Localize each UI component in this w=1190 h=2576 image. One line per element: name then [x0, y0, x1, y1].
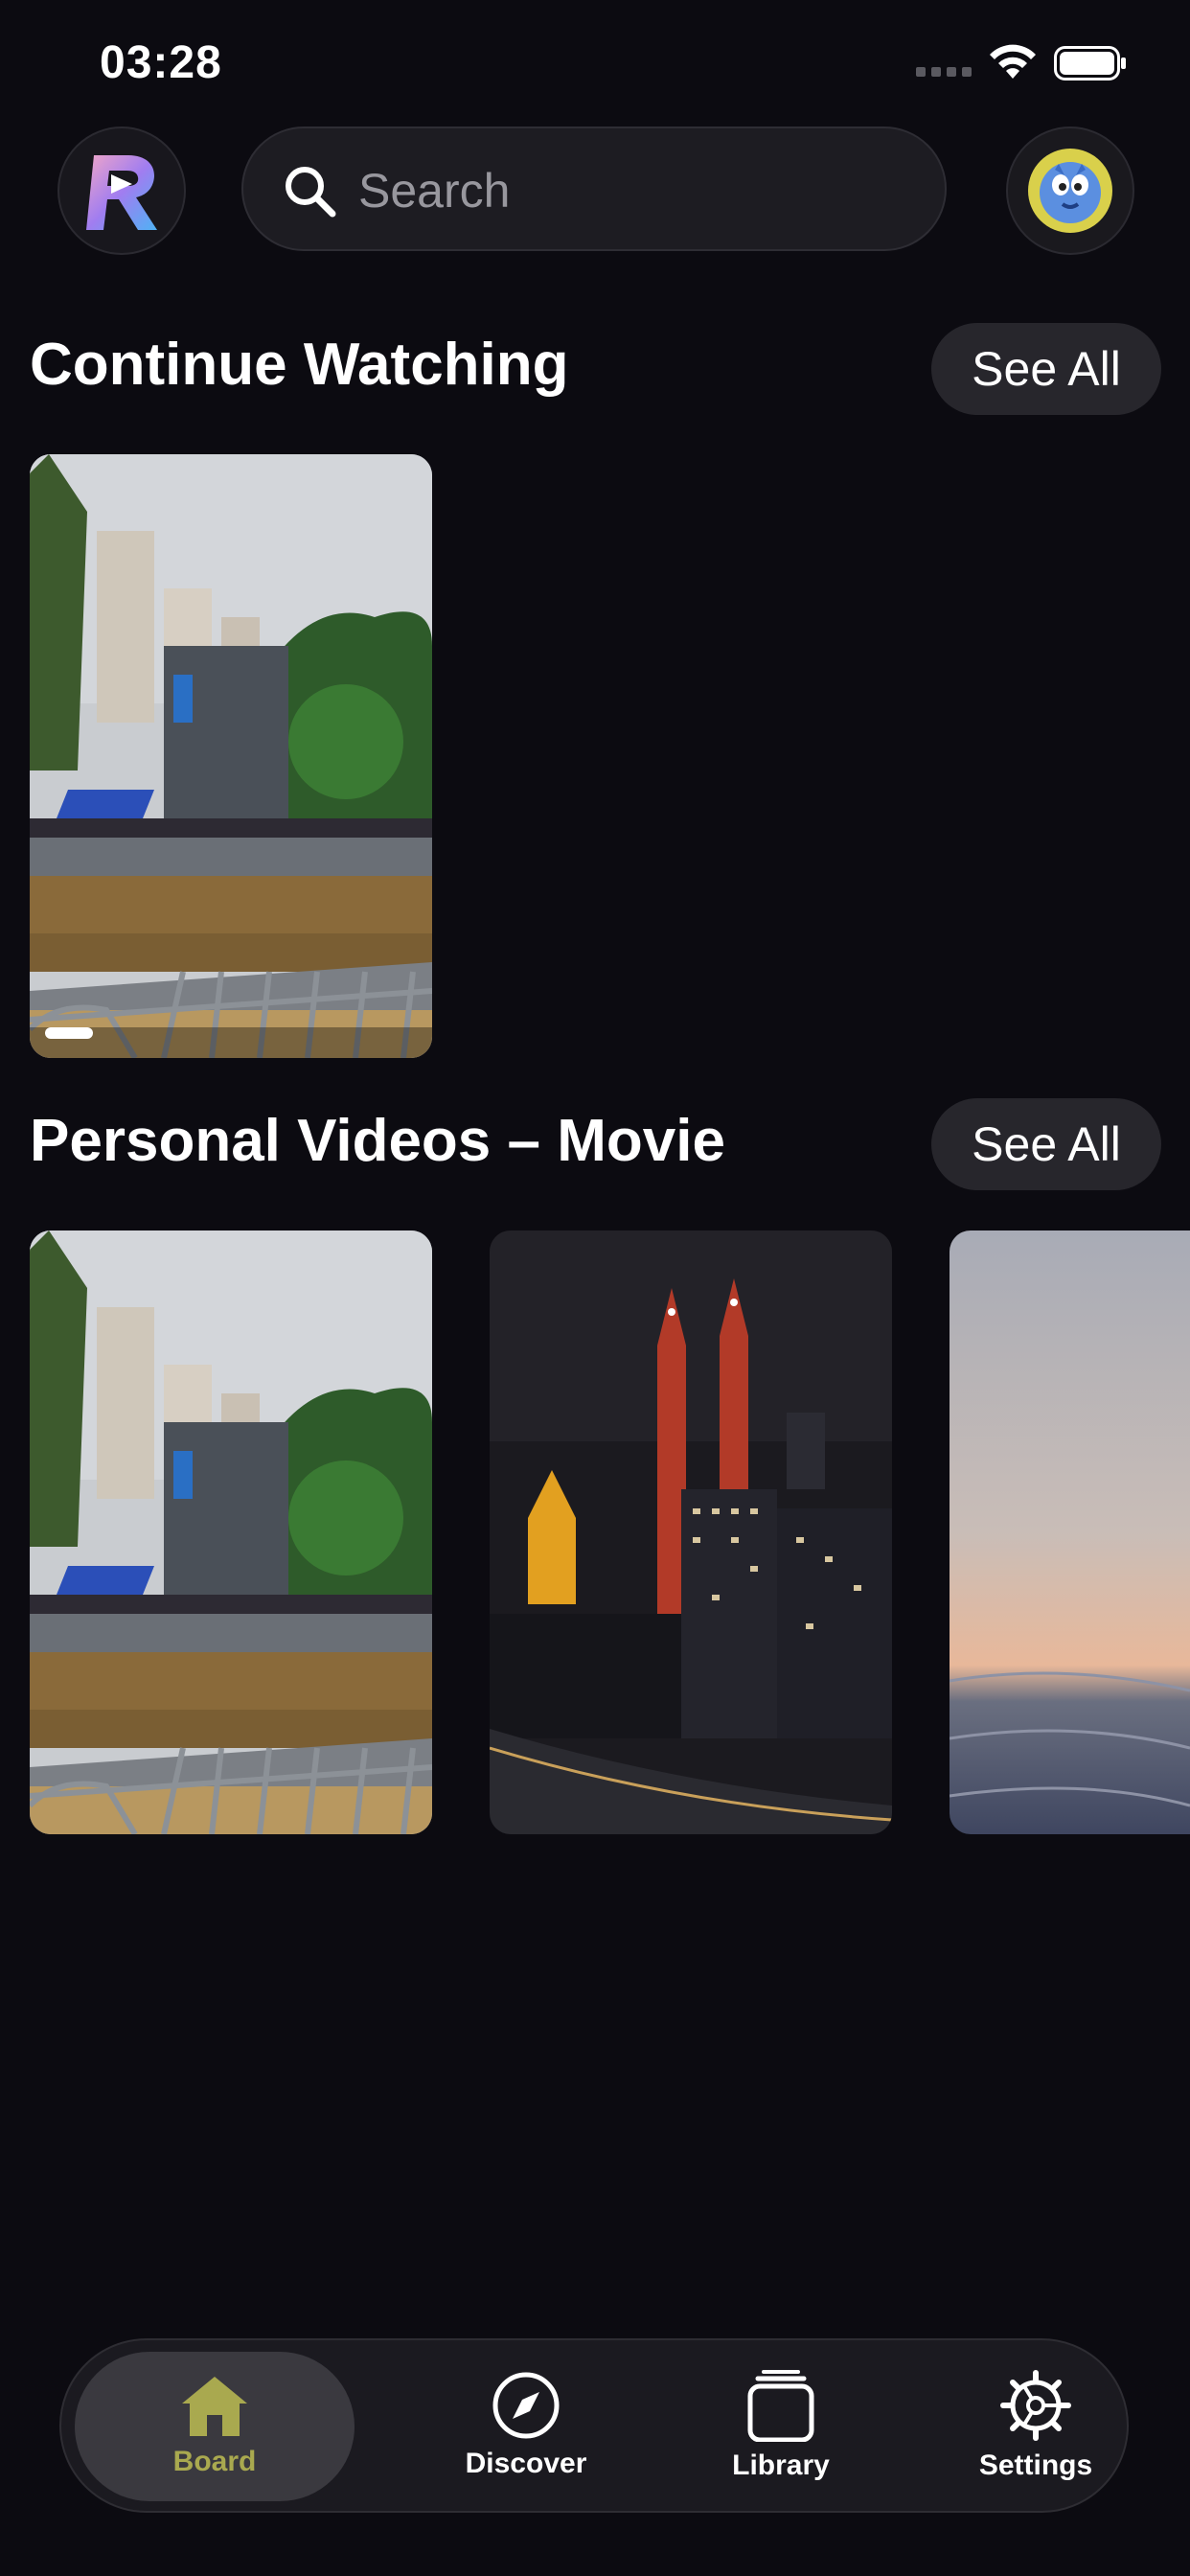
personal-see-all-button[interactable]: See All: [931, 1098, 1161, 1190]
nav-label-discover: Discover: [465, 2448, 587, 2479]
app-logo-button[interactable]: [57, 126, 186, 255]
nav-item-discover[interactable]: Discover: [387, 2340, 665, 2511]
nav-item-board[interactable]: Board: [75, 2340, 355, 2511]
race-video-thumbnail: [30, 454, 432, 1058]
video-card[interactable]: [490, 1230, 892, 1834]
nav-label-library: Library: [732, 2450, 830, 2481]
battery-icon: [1054, 46, 1126, 80]
home-icon: [182, 2377, 247, 2436]
nav-label-settings: Settings: [978, 2450, 1093, 2481]
app-logo-icon: [86, 155, 157, 230]
search-input[interactable]: [356, 151, 916, 230]
avatar-image: [1028, 149, 1112, 233]
profile-avatar[interactable]: [1006, 126, 1134, 255]
library-icon: [747, 2370, 814, 2442]
wifi-icon: [990, 44, 1036, 79]
continue-see-all-button[interactable]: See All: [931, 323, 1161, 415]
continue-progress-bar: [45, 1027, 93, 1039]
cellular-signal-icon: [916, 67, 972, 79]
race-video-thumbnail: [30, 1230, 432, 1834]
search-bar[interactable]: [241, 126, 947, 251]
video-card[interactable]: [30, 1230, 432, 1834]
continue-video-card[interactable]: [30, 454, 432, 1058]
compass-icon: [492, 2372, 560, 2439]
nav-item-library[interactable]: Library: [642, 2340, 920, 2511]
bottom-navigation: Board Discover Library Settings: [59, 2338, 1129, 2513]
status-time: 03:28: [100, 37, 222, 88]
nav-item-settings[interactable]: Settings: [897, 2340, 1175, 2511]
city-night-video-thumbnail: [490, 1230, 892, 1834]
gear-icon: [1000, 2370, 1071, 2441]
video-card[interactable]: [950, 1230, 1190, 1834]
ocean-sunset-video-thumbnail: [950, 1230, 1190, 1834]
nav-label-board: Board: [172, 2446, 257, 2477]
continue-watching-title: Continue Watching: [30, 332, 569, 398]
search-icon: [286, 167, 336, 218]
personal-videos-title: Personal Videos – Movie: [30, 1108, 725, 1174]
